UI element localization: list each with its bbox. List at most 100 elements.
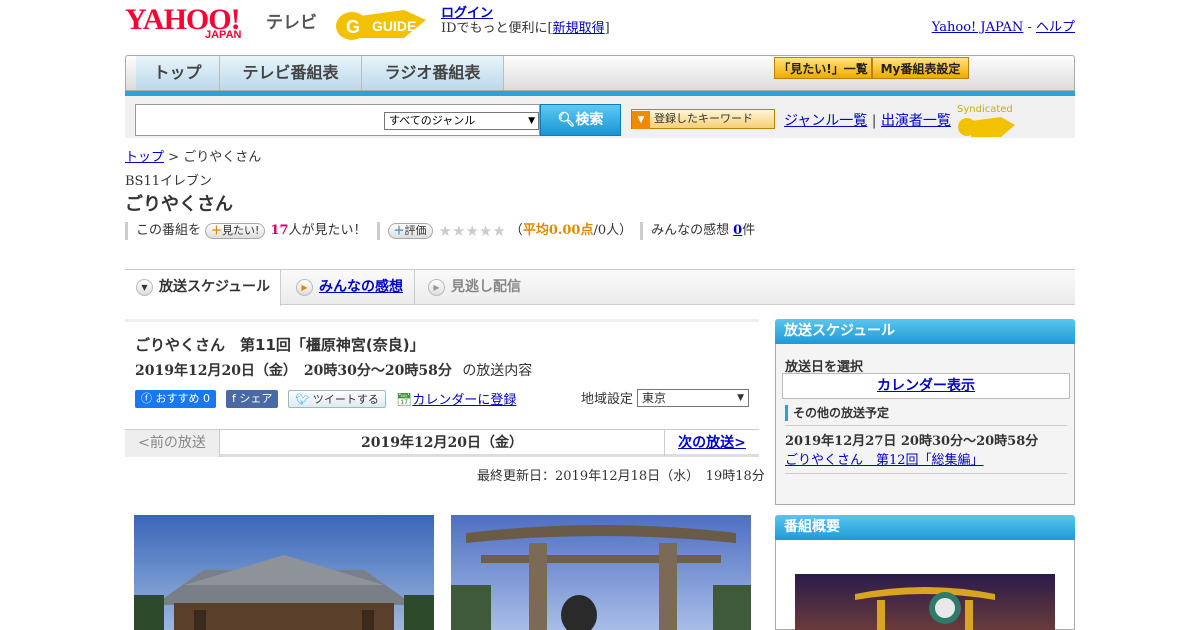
yahoo-japan-link[interactable]: Yahoo! JAPAN: [932, 20, 1024, 35]
program-key-visual: [795, 574, 1055, 630]
avg-prefix: （: [509, 223, 523, 238]
calendar-register-link[interactable]: カレンダーに登録: [412, 393, 516, 408]
episode-datetime-value: 2019年12月20日（金） 20時30分～20時58分: [135, 363, 452, 379]
tab-schedule-label: 放送スケジュール: [159, 279, 271, 295]
play-icon: ▶: [296, 279, 313, 296]
region-label: 地域設定: [581, 392, 634, 407]
nav-tab-tv-schedule[interactable]: テレビ番組表: [220, 56, 362, 90]
help-link[interactable]: ヘルプ: [1036, 20, 1075, 35]
register-link[interactable]: 新規取得: [553, 21, 605, 36]
login-sub-prefix: IDでもっと便利に[: [441, 21, 553, 36]
svg-text:GUIDE: GUIDE: [372, 18, 416, 34]
main-nav: トップ テレビ番組表 ラジオ番組表 「見たい!」一覧 My番組表設定: [125, 55, 1075, 91]
registered-keyword-button[interactable]: ▼ 登録したキーワード: [631, 109, 775, 129]
facebook-recommend-button[interactable]: ⓕ おすすめ 0: [135, 389, 216, 408]
want-suffix: 人が見たい！: [288, 223, 367, 238]
tab-impressions[interactable]: ▶ みんなの感想: [285, 270, 415, 305]
calendar-display-button[interactable]: カレンダー表示: [782, 373, 1070, 399]
recommend-label: おすすめ 0: [155, 391, 211, 405]
last-updated: 最終更新日：2019年12月18日（水） 19時18分: [477, 469, 765, 484]
this-program-label: この番組を: [136, 223, 202, 238]
login-link[interactable]: ログイン: [441, 6, 493, 21]
tab-schedule[interactable]: ▼ 放送スケジュール: [125, 270, 281, 306]
impressions-unit: 件: [742, 223, 756, 238]
impressions-count-link[interactable]: 0: [733, 221, 742, 241]
svg-text:G: G: [346, 17, 360, 37]
tweet-button[interactable]: 🐦︎ ツイートする: [288, 389, 386, 408]
episode-box: ごりやくさん 第11回「橿原神宮(奈良)」 2019年12月20日（金） 20時…: [125, 319, 759, 427]
search-bar: すべてのジャンル ▼ 🔍︎検索 ▼ 登録したキーワード ジャンル一覧 | 出演者一…: [125, 96, 1075, 138]
facebook-share-button[interactable]: f シェア: [226, 389, 279, 408]
current-broadcast-date: 2019年12月20日（金）: [361, 435, 523, 451]
region-select-value: 東京: [642, 390, 667, 405]
syndicated-label: Syndicated: [957, 104, 1013, 115]
tv-label[interactable]: テレビ: [266, 8, 317, 33]
facebook-icon: ⓕ: [141, 391, 156, 405]
broadcast-pager: <前の放送 2019年12月20日（金） 次の放送>: [125, 429, 759, 457]
region-setting: 地域設定 東京 ▼: [581, 388, 750, 407]
breadcrumb-sep: >: [164, 150, 184, 165]
breadcrumb-top-link[interactable]: トップ: [125, 150, 164, 165]
schedule-panel: 放送日を選択 カレンダー表示 その他の放送予定 2019年12月27日 20時3…: [775, 344, 1075, 505]
calendar-plus-icon: 📅︎: [395, 393, 413, 408]
gguide-small-icon: [958, 117, 1015, 137]
divider: [640, 222, 644, 240]
play-icon: ▶: [428, 279, 445, 296]
tab-impressions-label[interactable]: みんなの感想: [319, 279, 403, 295]
twitter-icon: 🐦︎: [295, 392, 313, 406]
episode-datetime-suffix: の放送内容: [462, 363, 533, 379]
nav-tab-top[interactable]: トップ: [136, 56, 220, 90]
search-links: ジャンル一覧 | 出演者一覧: [784, 110, 951, 130]
performer-list-link[interactable]: 出演者一覧: [881, 113, 951, 129]
dropdown-triangle-icon: ▼: [632, 111, 650, 129]
want-list-button[interactable]: 「見たい!」一覧: [774, 57, 872, 79]
login-sub-suffix: ]: [604, 21, 610, 36]
genre-select-value: すべてのジャンル: [389, 114, 476, 127]
episode-title: ごりやくさん 第11回「橿原神宮(奈良)」: [135, 336, 425, 354]
prev-broadcast: <前の放送: [125, 430, 220, 457]
nav-tab-radio-schedule[interactable]: ラジオ番組表: [362, 56, 504, 90]
genre-select[interactable]: すべてのジャンル ▼: [384, 112, 539, 130]
breadcrumb: トップ > ごりやくさん: [125, 146, 261, 165]
my-schedule-button[interactable]: My番組表設定: [872, 57, 969, 79]
keyword-button-label: 登録したキーワード: [654, 112, 753, 125]
tab-streaming-label: 見逃し配信: [451, 279, 521, 295]
rating-stars: ★★★★★: [438, 222, 506, 240]
want-to-watch-button[interactable]: ＋見たい!: [205, 223, 266, 239]
breadcrumb-current: ごりやくさん: [183, 150, 262, 165]
tweet-label: ツイートする: [312, 392, 379, 406]
rate-button-label: 評価: [404, 224, 427, 237]
social-buttons: ⓕ おすすめ 0 f シェア 🐦︎ ツイートする 📅︎カレンダーに登録: [135, 389, 516, 408]
chevron-down-icon: ▼: [528, 116, 535, 126]
tab-streaming[interactable]: ▶ 見逃し配信: [417, 270, 547, 305]
yahoo-japan-logo[interactable]: YAHOO! JAPAN: [125, 5, 261, 43]
divider: [376, 222, 380, 240]
next-broadcast-link[interactable]: 次の放送>: [664, 430, 759, 456]
divider: [785, 425, 1067, 426]
overview-panel: [775, 540, 1075, 630]
share-label: シェア: [239, 391, 273, 405]
chevron-down-icon: ▼: [136, 279, 153, 296]
want-button-label: 見たい!: [222, 224, 260, 237]
syndicated-gguide-logo: Syndicated: [957, 104, 1075, 139]
search-button[interactable]: 🔍︎検索: [540, 104, 621, 136]
login-area: ログイン IDでもっと便利に[新規取得]: [441, 6, 610, 36]
want-count: 17: [270, 223, 289, 238]
plus-icon: ＋: [393, 224, 405, 237]
channel-name: BS11イレブン: [125, 174, 213, 189]
gguide-logo[interactable]: G GUIDE: [334, 6, 432, 42]
episode-datetime: 2019年12月20日（金） 20時30分～20時58分 の放送内容: [135, 360, 532, 380]
impressions-label: みんなの感想: [651, 223, 730, 238]
divider: [785, 473, 1067, 474]
other-broadcasts-heading: その他の放送予定: [785, 405, 889, 421]
avg-suffix: /0人）: [593, 223, 633, 238]
calendar-register[interactable]: 📅︎カレンダーに登録: [396, 389, 517, 408]
torii-gate-photo: [451, 515, 751, 630]
region-select[interactable]: 東京 ▼: [637, 388, 750, 407]
genre-list-link[interactable]: ジャンル一覧: [784, 113, 867, 129]
search-icon: 🔍︎: [557, 112, 576, 128]
other-broadcast-date: 2019年12月27日 20時30分～20時58分: [785, 434, 1039, 449]
program-meta-row: この番組を ＋見たい! 17 人が見たい！ ＋評価 ★★★★★ （平均0.00点 /…: [125, 221, 755, 241]
other-broadcast-link[interactable]: ごりやくさん 第12回「総集編」: [785, 449, 984, 468]
rate-button[interactable]: ＋評価: [387, 223, 433, 239]
